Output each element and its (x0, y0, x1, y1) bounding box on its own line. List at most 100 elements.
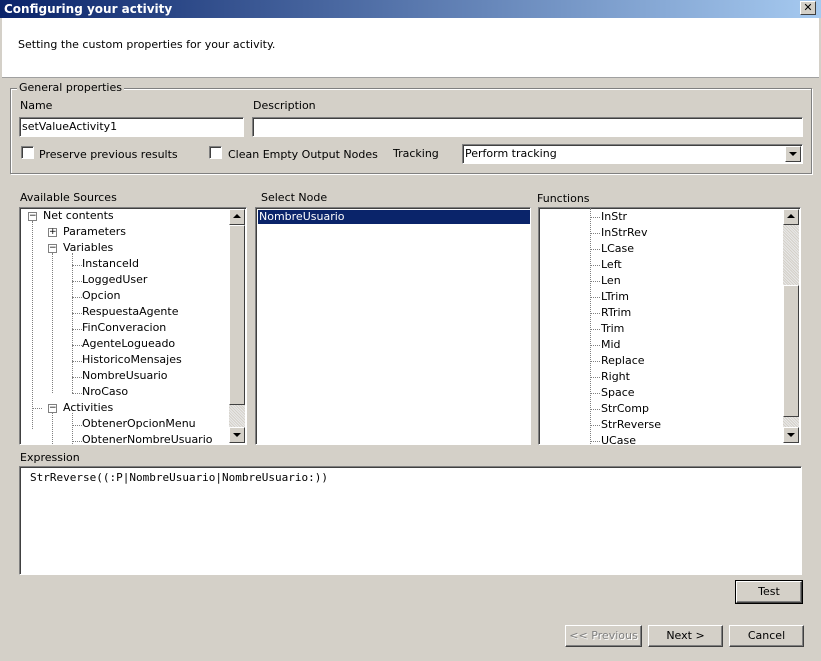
tree-item-variable[interactable]: InstanceId (82, 256, 139, 272)
select-node-label: Select Node (261, 191, 328, 204)
tree-item-variable[interactable]: AgenteLogueado (82, 336, 175, 352)
tree-item-variable[interactable]: NombreUsuario (82, 368, 168, 384)
function-item[interactable]: InStr (601, 209, 627, 225)
tree-line (52, 413, 53, 444)
tree-line (72, 297, 82, 298)
clean-empty-nodes-label: Clean Empty Output Nodes (228, 148, 378, 161)
preserve-results-label: Preserve previous results (39, 148, 178, 161)
function-item[interactable]: StrComp (601, 401, 649, 417)
function-item[interactable]: InStrRev (601, 225, 647, 241)
tree-line (590, 345, 600, 346)
tree-line (590, 409, 600, 410)
function-item[interactable]: StrReverse (601, 417, 661, 433)
tree-item-net-contents[interactable]: Net contents (43, 208, 114, 224)
tree-item-parameters[interactable]: Parameters (63, 224, 126, 240)
tree-item-variable[interactable]: FinConveracion (82, 320, 166, 336)
select-node-list[interactable]: NombreUsuario (255, 207, 531, 445)
tree-item-variable[interactable]: NroCaso (82, 384, 128, 400)
tree-line (590, 233, 600, 234)
scroll-down-button[interactable] (783, 427, 799, 443)
tree-line (52, 253, 53, 393)
tree-item-activity[interactable]: ObtenerNombreUsuario (82, 432, 213, 444)
close-icon: ✕ (803, 1, 813, 14)
collapse-icon[interactable]: − (28, 212, 37, 221)
cancel-button[interactable]: Cancel (729, 625, 804, 647)
expression-editor[interactable]: StrReverse((:P|NombreUsuario|NombreUsuar… (19, 466, 802, 575)
window-title-bar: Configuring your activity (0, 0, 821, 18)
tree-line (590, 329, 600, 330)
available-sources-tree[interactable]: − Net contents + Parameters − Variables … (19, 207, 247, 445)
chevron-down-icon (233, 433, 241, 437)
tree-line (72, 265, 82, 266)
next-button[interactable]: Next > (648, 625, 723, 647)
tree-item-variables[interactable]: Variables (63, 240, 113, 256)
previous-button[interactable]: << Previous (565, 625, 642, 647)
scroll-up-button[interactable] (229, 209, 245, 225)
tree-line (590, 217, 600, 218)
chevron-up-icon (233, 214, 241, 218)
tree-line (72, 345, 82, 346)
tree-line (72, 253, 73, 393)
collapse-icon[interactable]: − (48, 404, 57, 413)
tree-item-variable[interactable]: HistoricoMensajes (82, 352, 182, 368)
scroll-down-button[interactable] (229, 427, 245, 443)
function-item[interactable]: Replace (601, 353, 645, 369)
tree-line (72, 377, 82, 378)
tree-line (590, 313, 600, 314)
function-item[interactable]: Trim (601, 321, 624, 337)
general-properties-legend: General properties (17, 81, 124, 94)
tracking-dropdown-button[interactable] (785, 146, 801, 162)
function-item[interactable]: LTrim (601, 289, 629, 305)
function-item[interactable]: Len (601, 273, 621, 289)
function-item[interactable]: RTrim (601, 305, 631, 321)
tree-line (32, 408, 42, 409)
window-title: Configuring your activity (4, 2, 173, 16)
test-button[interactable]: Test (735, 580, 803, 604)
tree-line (590, 425, 600, 426)
tree-line (590, 249, 600, 250)
tree-line (590, 361, 600, 362)
chevron-down-icon (789, 152, 797, 156)
tree-line (72, 329, 82, 330)
tree-line (72, 313, 82, 314)
tracking-label: Tracking (393, 147, 439, 160)
function-item[interactable]: Left (601, 257, 622, 273)
functions-label: Functions (537, 192, 590, 205)
tree-line (72, 425, 82, 426)
function-item[interactable]: UCase (601, 433, 636, 444)
clean-empty-nodes-checkbox[interactable] (209, 146, 222, 159)
scroll-up-button[interactable] (783, 209, 799, 225)
list-item-selected[interactable]: NombreUsuario (258, 210, 530, 224)
scroll-thumb[interactable] (783, 285, 799, 417)
tree-line (590, 265, 600, 266)
function-item[interactable]: Mid (601, 337, 621, 353)
expression-text: StrReverse((:P|NombreUsuario|NombreUsuar… (30, 471, 329, 484)
functions-scrollbar[interactable] (783, 209, 799, 443)
description-field[interactable] (252, 117, 803, 137)
tree-item-variable[interactable]: LoggedUser (82, 272, 147, 288)
tracking-select[interactable]: Perform tracking (462, 144, 803, 164)
tree-item-activities[interactable]: Activities (63, 400, 113, 416)
collapse-icon[interactable]: − (48, 244, 57, 253)
expression-label: Expression (20, 451, 80, 464)
function-item[interactable]: Right (601, 369, 630, 385)
tree-line (590, 393, 600, 394)
tree-line (590, 297, 600, 298)
preserve-results-checkbox[interactable] (21, 146, 34, 159)
tree-line (72, 361, 82, 362)
close-button[interactable]: ✕ (800, 1, 816, 15)
function-item[interactable]: Space (601, 385, 635, 401)
functions-tree[interactable]: InStr InStrRev LCase Left Len LTrim RTrim Trim M… (538, 207, 801, 445)
scroll-thumb[interactable] (229, 225, 245, 405)
expand-icon[interactable]: + (48, 228, 57, 237)
tracking-select-value: Perform tracking (465, 147, 557, 160)
function-item[interactable]: LCase (601, 241, 634, 257)
tree-item-variable[interactable]: RespuestaAgente (82, 304, 178, 320)
tree-item-activity[interactable]: ObtenerOpcionMenu (82, 416, 196, 432)
sources-scrollbar[interactable] (229, 209, 245, 443)
tree-line (590, 281, 600, 282)
tree-line (72, 441, 82, 442)
tree-line (72, 393, 82, 394)
name-field[interactable]: setValueActivity1 (19, 117, 244, 137)
tree-item-variable[interactable]: Opcion (82, 288, 120, 304)
